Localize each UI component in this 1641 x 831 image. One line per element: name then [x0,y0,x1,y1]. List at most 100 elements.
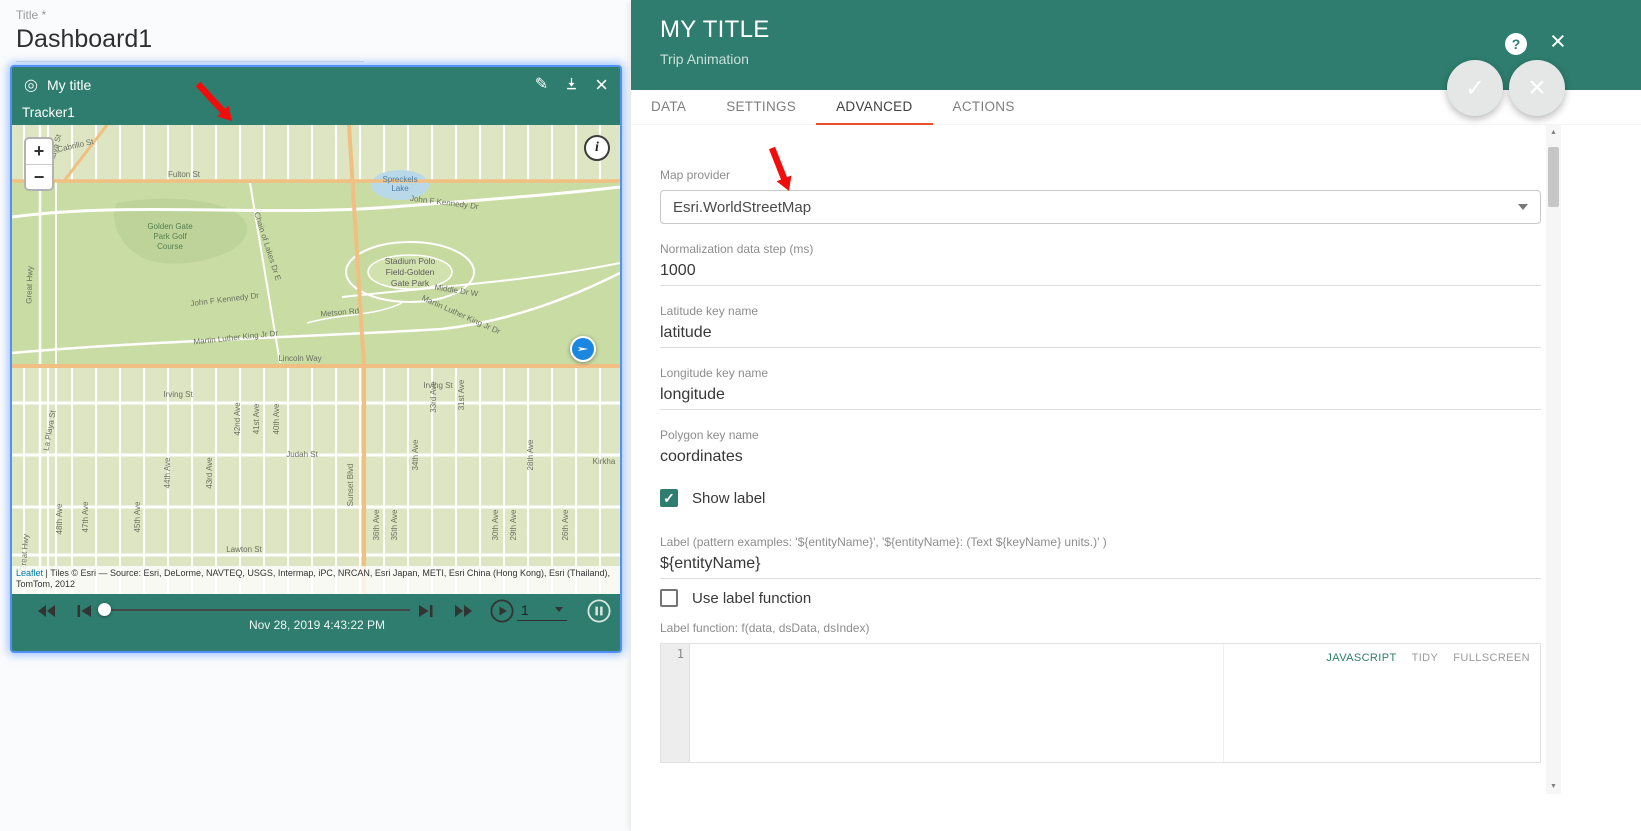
leaflet-link[interactable]: Leaflet [16,568,43,578]
polygon-key-label: Polygon key name [660,428,759,442]
map-label: 48th Ave [55,503,64,535]
fast-forward-button[interactable] [454,601,474,621]
label-pattern-input[interactable]: ${entityName} [660,554,1541,579]
fullscreen-button[interactable]: FULLSCREEN [1453,652,1530,664]
widget-header: ◎ My title ✎ × [12,67,620,103]
tidy-button[interactable]: TIDY [1412,652,1439,664]
close-widget-button[interactable]: × [595,74,608,96]
polygon-key-field: Polygon key name coordinates [660,428,1541,471]
dashboard-title-input[interactable]: Dashboard1 [16,25,364,62]
tab-actions[interactable]: ACTIONS [933,90,1035,125]
map-label: 41st Ave [252,403,261,434]
dialog-title: MY TITLE [660,16,770,43]
tab-advanced[interactable]: ADVANCED [816,90,933,125]
map-label: 44th Ave [163,457,172,489]
dashboard-title-field[interactable]: Title * Dashboard1 [16,8,364,62]
widget-config-dialog: MY TITLE Trip Animation ? × ✓ × DATA SET… [631,0,1641,831]
map-label: Irving St [423,381,453,390]
map-label: 43rd Ave [205,457,214,489]
info-button[interactable]: i [584,135,610,161]
time-slider[interactable] [104,609,410,611]
map-provider-label: Map provider [660,168,731,182]
normalization-step-input[interactable]: 1000 [660,261,1541,286]
edit-widget-button[interactable]: ✎ [535,77,548,93]
entity-label: Tracker1 [22,105,75,120]
map-label: Great Hwy [24,266,34,304]
normalization-step-field: Normalization data step (ms) 1000 [660,242,1541,286]
scroll-down-arrow[interactable]: ▼ [1546,779,1561,794]
map[interactable]: Cabrillo StLa Playa StFulton StSpreckels… [12,125,620,594]
editor-print-margin [1223,644,1224,762]
use-label-function-checkbox[interactable] [660,589,678,607]
apply-button[interactable]: ✓ [1447,60,1503,116]
speed-value: 1 [521,601,529,618]
show-label-label: Show label [692,489,766,507]
map-label: 30th Ave [491,509,500,541]
map-label: 42nd Ave [233,402,242,436]
map-label: Gate Park [391,278,430,288]
map-tiles: Cabrillo StLa Playa StFulton StSpreckels… [12,125,620,594]
label-pattern-field: Label (pattern examples: '${entityName}'… [660,535,1541,579]
map-label: Spreckels [382,175,417,184]
time-slider-handle[interactable] [98,603,111,616]
longitude-key-field: Longitude key name longitude [660,366,1541,410]
help-button[interactable]: ? [1505,33,1527,55]
polygon-key-input[interactable]: coordinates [660,447,1541,471]
map-label: 26th Ave [561,509,570,541]
editor-gutter: 1 [661,644,690,762]
latitude-key-input[interactable]: latitude [660,323,1541,348]
cancel-button[interactable]: × [1509,60,1565,116]
map-label: 34th Ave [411,439,420,471]
zoom-out-button[interactable]: − [26,164,52,189]
content-scrollbar[interactable]: ▲ ▼ [1546,125,1561,794]
skip-previous-button[interactable] [74,601,94,621]
play-button[interactable] [489,598,515,624]
label-pattern-label: Label (pattern examples: '${entityName}'… [660,535,1107,549]
scroll-up-arrow[interactable]: ▲ [1546,125,1561,140]
trip-marker[interactable] [570,336,596,362]
map-label: 33rd Ave [429,381,438,413]
longitude-key-input[interactable]: longitude [660,385,1541,410]
download-widget-button[interactable] [564,76,579,95]
map-label: Sunset Blvd [346,464,355,507]
scrollbar-thumb[interactable] [1548,147,1559,207]
map-label: Judah St [286,450,318,459]
trip-player: Nov 28, 2019 4:43:22 PM 1 [12,591,620,651]
map-label: 45th Ave [133,501,142,533]
screen: Title * Dashboard1 ◎ My title ✎ × Tracke… [0,0,1641,831]
normalization-step-label: Normalization data step (ms) [660,242,814,256]
map-provider-value: Esri.WorldStreetMap [673,198,812,216]
tab-data[interactable]: DATA [631,90,706,125]
skip-next-button[interactable] [416,601,436,621]
map-label: Fulton St [168,170,201,179]
map-label: Park Golf [153,232,187,241]
show-label-checkbox[interactable] [660,489,678,507]
send-icon [577,347,589,351]
map-provider-select[interactable]: Esri.WorldStreetMap [660,190,1541,224]
trip-animation-widget[interactable]: ◎ My title ✎ × Tracker1 Cabrillo St St F… [10,65,622,653]
latitude-key-field: Latitude key name latitude [660,304,1541,348]
map-label: Lake [391,184,409,193]
map-label: 35th Ave [390,509,399,541]
chevron-down-icon [1518,204,1528,210]
editor-buttons: JAVASCRIPT TIDY FULLSCREEN [1326,652,1530,664]
use-label-function-label: Use label function [692,589,812,607]
pause-button[interactable] [586,598,612,624]
fast-rewind-button[interactable] [36,601,56,621]
editor-line-number: 1 [676,647,684,661]
map-label: 47th Ave [81,501,90,533]
use-label-function-row: Use label function [660,589,1541,607]
map-label: Field-Golden [386,267,435,277]
tab-settings[interactable]: SETTINGS [706,90,816,125]
zoom-in-button[interactable]: + [26,139,52,164]
map-label: Irving St [163,390,193,399]
map-label: 28th Ave [526,439,535,471]
dialog-subtitle: Trip Animation [660,51,749,67]
download-icon [567,77,577,89]
speed-select[interactable]: 1 [517,599,567,621]
javascript-mode-button[interactable]: JAVASCRIPT [1326,652,1396,664]
dialog-close-button[interactable]: × [1550,26,1566,56]
dashboard-edit-pane: Title * Dashboard1 ◎ My title ✎ × Tracke… [0,0,631,831]
label-function-editor[interactable]: 1 JAVASCRIPT TIDY FULLSCREEN [660,643,1541,763]
zoom-control: + − [24,137,54,191]
